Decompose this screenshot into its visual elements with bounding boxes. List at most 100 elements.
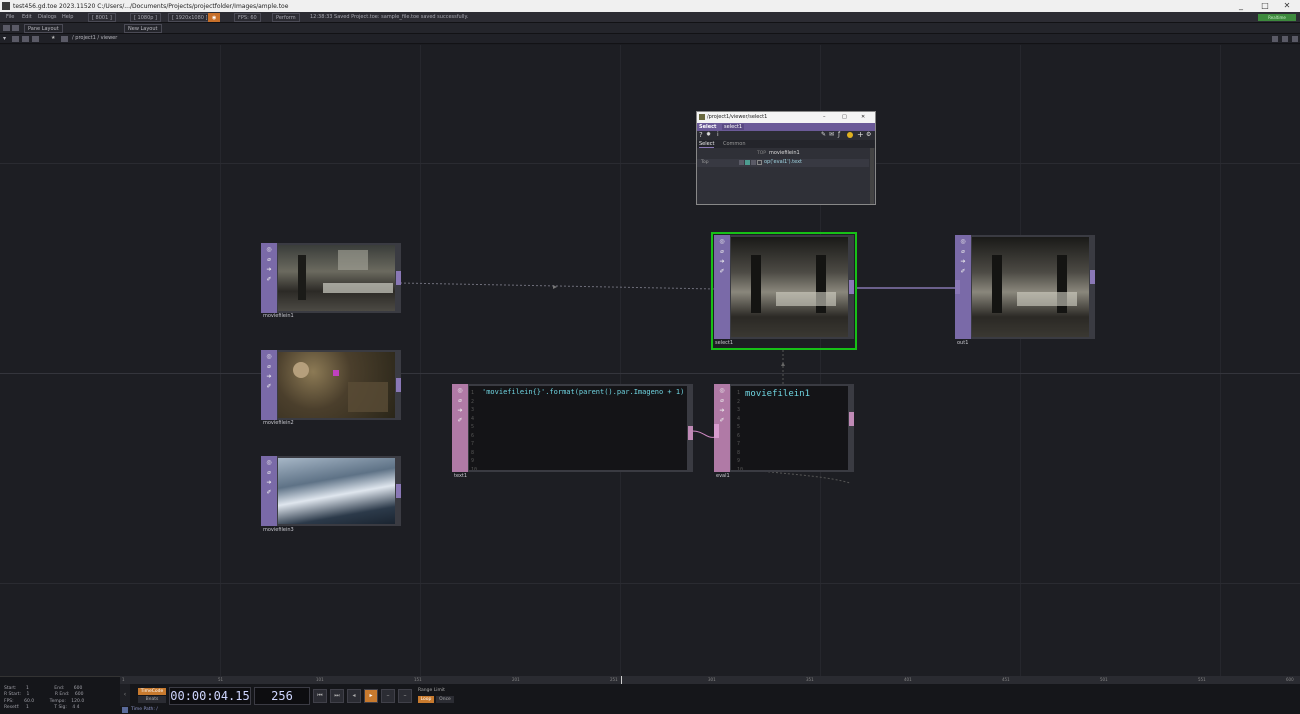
add-icon[interactable]: +	[857, 130, 864, 139]
op-name-field[interactable]: select1	[722, 124, 745, 130]
lock-icon[interactable]: ✐	[718, 417, 726, 424]
realtime-toggle[interactable]: Realtime	[1258, 14, 1296, 21]
bypass-icon[interactable]: ⌀	[718, 248, 726, 255]
step-back-button[interactable]: ⏭	[330, 689, 344, 703]
step-forward-button[interactable]: –	[381, 689, 395, 703]
node-select1-selection[interactable]: ◎ ⌀ ➔ ✐ select1	[711, 232, 857, 350]
timecode-toggle[interactable]: TimeCode	[138, 688, 166, 695]
node-eval1[interactable]: ◎ ⌀ ➔ ✐ 1 2 3 4 5 6 7 8 9 10 moviefilein1	[714, 384, 854, 472]
bypass-icon[interactable]: ⌀	[265, 469, 273, 476]
param-scrollbar[interactable]	[870, 148, 874, 204]
port-indicator[interactable]: [ 8001 ]	[88, 13, 116, 22]
param-close-button[interactable]: ✕	[861, 112, 865, 123]
display-icon[interactable]: ➔	[265, 479, 273, 486]
loop-toggle[interactable]: Loop	[418, 696, 434, 703]
play-reverse-button[interactable]: ◂	[347, 689, 361, 703]
node-out1[interactable]: ◎ ⌀ ➔ ✐	[955, 235, 1095, 339]
network-path[interactable]: / project1 / viewer	[72, 35, 117, 42]
playhead[interactable]	[621, 676, 622, 684]
param-minimize-button[interactable]: –	[823, 112, 826, 123]
node-moviefilein1[interactable]: ◎ ⌀ ➔ ✐	[261, 243, 401, 313]
param-row-top[interactable]: Top op('eval1').text	[697, 159, 869, 167]
viewer-icon[interactable]: ◎	[718, 238, 726, 245]
bypass-icon[interactable]: ⌀	[456, 397, 464, 404]
bypass-icon[interactable]: ⌀	[265, 363, 273, 370]
bypass-icon[interactable]: ⌀	[718, 397, 726, 404]
pane-icon[interactable]	[3, 25, 10, 31]
perform-button[interactable]: Perform	[272, 13, 300, 22]
menu-help[interactable]: Help	[62, 14, 73, 21]
node-text1[interactable]: ◎ ⌀ ➔ ✐ 1 2 3 4 5 6 7 8 9 10 'moviefilein{}'.format(…	[452, 384, 693, 472]
lock-icon[interactable]: ✐	[718, 268, 726, 275]
tab-common[interactable]: Common	[723, 141, 746, 147]
up-icon[interactable]	[32, 36, 39, 42]
top-expression-field[interactable]: op('eval1').text	[764, 159, 802, 165]
edit-icon[interactable]: ✎	[821, 131, 826, 138]
lock-icon[interactable]: ✐	[456, 417, 464, 424]
eval1-editor[interactable]: 1 2 3 4 5 6 7 8 9 10 moviefilein1	[731, 386, 848, 470]
resolution-indicator[interactable]: [ 1080p ]	[130, 13, 161, 22]
viewer-icon[interactable]: ◎	[265, 246, 273, 253]
play-button[interactable]: ▸	[364, 689, 378, 703]
home-icon[interactable]	[12, 36, 19, 42]
once-toggle[interactable]: Once	[436, 696, 454, 703]
display-icon[interactable]: ➔	[959, 258, 967, 265]
text1-editor[interactable]: 1 2 3 4 5 6 7 8 9 10 'moviefilein{}'.format(paren…	[469, 386, 687, 470]
display-icon[interactable]: ➔	[718, 258, 726, 265]
display-icon[interactable]: ➔	[265, 373, 273, 380]
close-pane-icon[interactable]	[1292, 36, 1298, 42]
split-icon[interactable]	[12, 25, 19, 31]
rewind-button[interactable]: ⏮	[313, 689, 327, 703]
frame-display[interactable]: 256	[254, 687, 310, 705]
python-icon[interactable]: ✸	[706, 131, 711, 138]
parameter-window[interactable]: /project1/viewer/select1 – □ ✕ Select se…	[696, 111, 876, 205]
close-button[interactable]: ✕	[1276, 0, 1298, 12]
display-icon[interactable]: ➔	[456, 407, 464, 414]
lock-icon[interactable]: ✐	[265, 383, 273, 390]
node-moviefilein3[interactable]: ◎ ⌀ ➔ ✐	[261, 456, 401, 526]
comment-icon[interactable]: ✉	[829, 131, 834, 138]
end-button[interactable]: –	[398, 689, 412, 703]
folder-icon[interactable]	[61, 36, 68, 42]
node-select1[interactable]: ◎ ⌀ ➔ ✐	[714, 235, 854, 339]
display-icon[interactable]: ➔	[265, 266, 273, 273]
info-icon[interactable]: i	[717, 131, 719, 138]
perform-indicator[interactable]: ◉	[208, 13, 221, 22]
bypass-icon[interactable]: ⌀	[265, 256, 273, 263]
help-icon[interactable]: ?	[699, 131, 703, 139]
display-icon[interactable]: ➔	[718, 407, 726, 414]
gear-icon[interactable]: ⚙	[866, 131, 871, 138]
pane-layout-button[interactable]: Pane Layout	[24, 24, 63, 33]
lock-icon[interactable]: ✐	[265, 489, 273, 496]
minimize-button[interactable]: _	[1230, 0, 1252, 12]
bypass-icon[interactable]: ⌀	[959, 248, 967, 255]
viewer-icon[interactable]: ◎	[959, 238, 967, 245]
maximize-pane-icon[interactable]	[1282, 36, 1288, 42]
param-maximize-button[interactable]: □	[842, 112, 847, 123]
menu-edit[interactable]: Edit	[22, 14, 32, 21]
size-indicator[interactable]: [ 1920x1080 ]	[168, 13, 212, 22]
palette-icon[interactable]	[847, 132, 853, 138]
maximize-button[interactable]: □	[1254, 0, 1276, 12]
lock-icon[interactable]: ✐	[959, 268, 967, 275]
new-layout-button[interactable]: New Layout	[124, 24, 162, 33]
expression-icon[interactable]: ƒ	[838, 131, 840, 138]
menu-file[interactable]: File	[6, 14, 14, 21]
layout-icon[interactable]	[1272, 36, 1278, 42]
viewer-icon[interactable]: ◎	[265, 459, 273, 466]
lock-icon[interactable]: ✐	[265, 276, 273, 283]
timecode-display[interactable]: 00:00:04.15	[169, 687, 251, 705]
tab-select[interactable]: Select	[699, 141, 715, 148]
network-editor[interactable]: ◎ ⌀ ➔ ✐ moviefilein1 ◎ ⌀ ➔ ✐ moviefilein2 ◎ ⌀ ➔ ✐…	[0, 45, 1300, 676]
dropdown-icon[interactable]: ▾	[3, 35, 6, 42]
collapse-arrow-icon[interactable]: ‹	[120, 684, 130, 706]
viewer-icon[interactable]: ◎	[456, 387, 464, 394]
menu-dialogs[interactable]: Dialogs	[38, 14, 57, 21]
back-icon[interactable]	[22, 36, 29, 42]
star-icon[interactable]: ★	[51, 35, 55, 42]
node-moviefilein2[interactable]: ◎ ⌀ ➔ ✐	[261, 350, 401, 420]
viewer-icon[interactable]: ◎	[265, 353, 273, 360]
timeline-ruler[interactable]: 1 51 101 151 201 251 301 351 401 451 501…	[120, 676, 1300, 684]
viewer-icon[interactable]: ◎	[718, 387, 726, 394]
beats-toggle[interactable]: Beats	[138, 696, 166, 703]
